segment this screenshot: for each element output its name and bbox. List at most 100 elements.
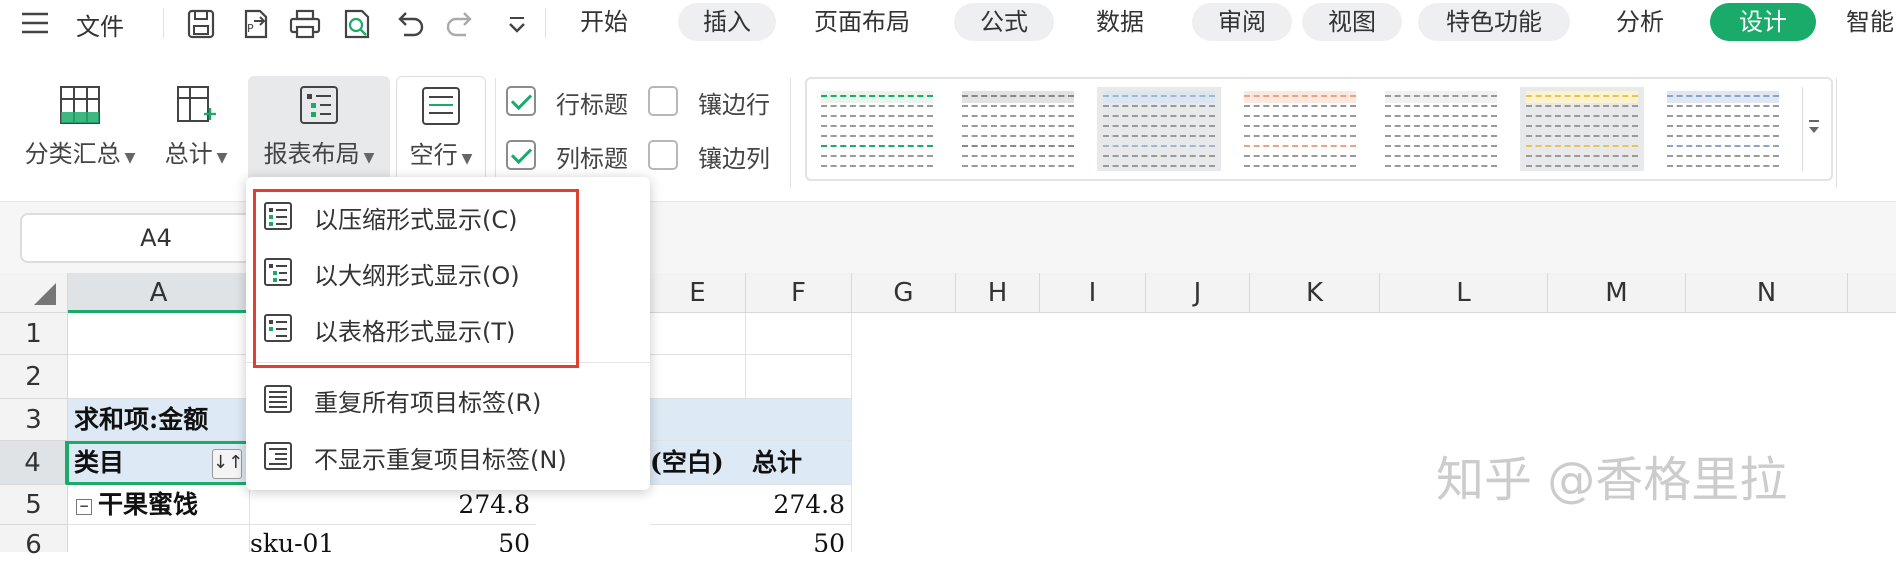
- row-header-1[interactable]: 1: [0, 313, 68, 355]
- separator: [163, 8, 164, 38]
- tab-data[interactable]: 数据: [1080, 3, 1160, 41]
- cell-a1[interactable]: [68, 313, 250, 355]
- cell-f6[interactable]: 50: [746, 525, 852, 552]
- column-header-a[interactable]: A: [68, 273, 250, 313]
- subtotal-button[interactable]: 分类汇总 ▼: [18, 76, 142, 184]
- cell-a3[interactable]: 求和项:金额: [68, 399, 250, 441]
- menu-icon[interactable]: [20, 10, 50, 36]
- menu-item-label: 不显示重复项目标签(N): [314, 446, 567, 474]
- blank-rows-button[interactable]: 空行 ▼: [396, 76, 486, 184]
- gallery-more-icon[interactable]: [1802, 87, 1825, 171]
- row-headers-label: 行标题: [556, 91, 628, 119]
- column-header-f[interactable]: F: [746, 273, 852, 313]
- row-headers-checkbox[interactable]: [506, 86, 536, 116]
- cell-a5[interactable]: − 干果蜜饯: [68, 485, 250, 525]
- column-header-l[interactable]: L: [1380, 273, 1548, 313]
- menu-bar: 文件 P 开始 插入 页面布局 公式 数据 审阅 视图 特色功能 分析 设计 智…: [0, 0, 1896, 46]
- tab-page-layout[interactable]: 页面布局: [800, 3, 924, 41]
- tab-formulas[interactable]: 公式: [954, 3, 1054, 41]
- row-header-5[interactable]: 5: [0, 485, 68, 525]
- column-header-i[interactable]: I: [1040, 273, 1146, 313]
- more-chevron-icon[interactable]: [500, 7, 534, 41]
- column-header-m[interactable]: M: [1548, 273, 1686, 313]
- column-header-e[interactable]: E: [650, 273, 746, 313]
- file-menu[interactable]: 文件: [76, 7, 124, 42]
- cell-a6[interactable]: [68, 525, 250, 552]
- cell-e4[interactable]: (空白): [650, 441, 746, 485]
- print-preview-icon[interactable]: [340, 7, 374, 41]
- cell-b6[interactable]: sku-01: [250, 525, 400, 552]
- column-header-h[interactable]: H: [956, 273, 1040, 313]
- export-pdf-icon[interactable]: P: [238, 7, 272, 41]
- menu-item-repeat-all-labels[interactable]: 重复所有项目标签(R): [246, 372, 650, 426]
- report-layout-label: 报表布局: [263, 140, 360, 168]
- row-header-4[interactable]: 4: [0, 441, 68, 485]
- cell-e1[interactable]: [650, 313, 746, 355]
- row-header-6[interactable]: 6: [0, 525, 68, 560]
- cell-e3[interactable]: [650, 399, 746, 441]
- collapse-icon[interactable]: −: [76, 498, 92, 515]
- subtotal-label: 分类汇总: [24, 140, 121, 168]
- tab-special-features[interactable]: 特色功能: [1418, 3, 1570, 41]
- pivot-style-swatch[interactable]: [1661, 87, 1785, 171]
- cell-e2[interactable]: [650, 355, 746, 399]
- banded-rows-checkbox[interactable]: [648, 86, 678, 116]
- chevron-down-icon: ▼: [363, 150, 375, 166]
- tab-view[interactable]: 视图: [1302, 3, 1402, 41]
- cell-f3[interactable]: [746, 399, 852, 441]
- undo-icon[interactable]: [392, 7, 426, 41]
- select-all-corner[interactable]: [0, 273, 68, 313]
- banded-rows-label: 镶边行: [698, 91, 770, 119]
- tab-analyze[interactable]: 分析: [1600, 3, 1680, 41]
- report-layout-icon: [297, 84, 341, 126]
- cell-f2[interactable]: [746, 355, 852, 399]
- pivot-style-swatch[interactable]: [956, 87, 1080, 171]
- svg-text:P: P: [247, 22, 254, 35]
- tab-review[interactable]: 审阅: [1192, 3, 1292, 41]
- pivot-style-swatch[interactable]: [815, 87, 939, 171]
- chevron-down-icon: ▼: [124, 150, 136, 166]
- redo-icon[interactable]: [444, 7, 478, 41]
- column-header-k[interactable]: K: [1250, 273, 1380, 313]
- menu-item-label: 重复所有项目标签(R): [314, 389, 542, 417]
- annotation-highlight-box: [253, 189, 579, 368]
- row-header-3[interactable]: 3: [0, 399, 68, 441]
- grand-total-button[interactable]: 总计 ▼: [158, 76, 234, 184]
- cell-d5[interactable]: 274.8: [250, 485, 536, 525]
- print-icon[interactable]: [288, 7, 322, 41]
- tab-home[interactable]: 开始: [566, 3, 642, 41]
- banded-cols-label: 镶边列: [698, 145, 770, 173]
- cell-f1[interactable]: [746, 313, 852, 355]
- col-headers-checkbox[interactable]: [506, 140, 536, 170]
- cell-e5[interactable]: [650, 485, 746, 525]
- chevron-down-icon: ▼: [461, 151, 473, 167]
- tab-insert[interactable]: 插入: [678, 3, 776, 41]
- save-icon[interactable]: [184, 7, 218, 41]
- pivot-styles-gallery[interactable]: [805, 77, 1833, 181]
- separator: [1836, 78, 1837, 188]
- report-layout-button[interactable]: 报表布局 ▼: [248, 76, 390, 184]
- grand-total-label: 总计: [164, 140, 213, 168]
- active-cell-outline: [66, 441, 250, 485]
- banded-cols-checkbox[interactable]: [648, 140, 678, 170]
- cell-f5[interactable]: 274.8: [746, 485, 852, 525]
- column-header-n[interactable]: N: [1686, 273, 1848, 313]
- pivot-style-swatch[interactable]: [1238, 87, 1362, 171]
- pivot-style-swatch[interactable]: [1520, 87, 1644, 171]
- row-header-2[interactable]: 2: [0, 355, 68, 399]
- chevron-down-icon: ▼: [216, 150, 228, 166]
- column-header-o[interactable]: [1848, 273, 1896, 313]
- tab-smart[interactable]: 智能: [1846, 3, 1896, 41]
- column-header-j[interactable]: J: [1146, 273, 1250, 313]
- cell-d6[interactable]: 50: [400, 525, 536, 552]
- pivot-style-swatch[interactable]: [1097, 87, 1221, 171]
- pivot-style-swatch[interactable]: [1379, 87, 1503, 171]
- blank-rows-label: 空行: [409, 141, 458, 169]
- col-headers-label: 列标题: [556, 145, 628, 173]
- column-header-g[interactable]: G: [852, 273, 956, 313]
- cell-f4[interactable]: 总计: [746, 441, 852, 485]
- tab-design[interactable]: 设计: [1710, 3, 1816, 41]
- menu-item-no-repeat-labels[interactable]: 不显示重复项目标签(N): [246, 429, 650, 483]
- cell-a2[interactable]: [68, 355, 250, 399]
- cell-e6[interactable]: [650, 525, 746, 552]
